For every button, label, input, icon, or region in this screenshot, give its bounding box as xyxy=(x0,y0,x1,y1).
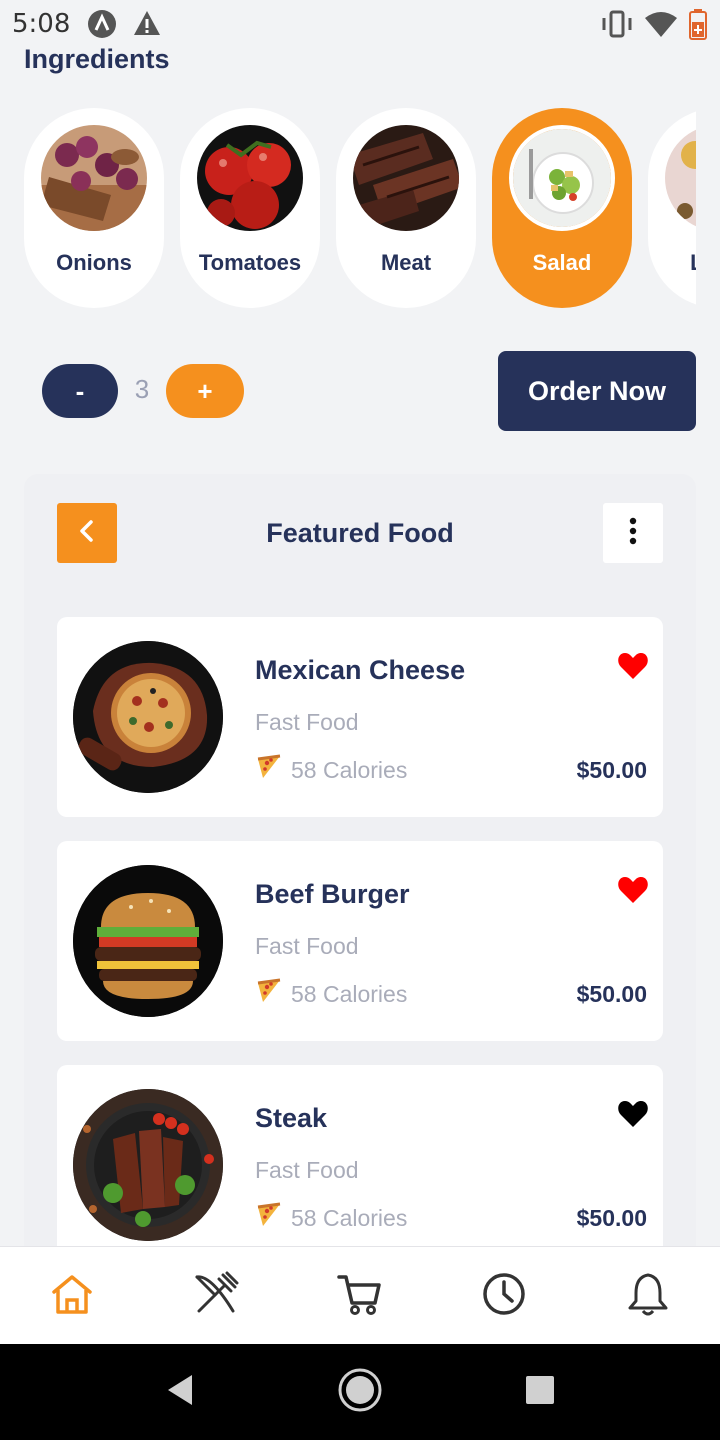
food-price: $50.00 xyxy=(576,981,647,1007)
ingredient-chip-meat[interactable]: Meat xyxy=(336,108,476,308)
system-back-button[interactable] xyxy=(150,1344,210,1440)
nav-cart[interactable] xyxy=(335,1271,385,1321)
steak-image xyxy=(73,1089,223,1241)
bottom-nav xyxy=(0,1246,720,1344)
system-nav-bar xyxy=(0,1344,720,1440)
cutlery-icon xyxy=(193,1271,239,1322)
ingredient-chip-lemon[interactable]: Le xyxy=(648,108,696,308)
heart-icon[interactable] xyxy=(617,875,649,905)
warning-icon xyxy=(132,8,162,43)
system-home-button[interactable] xyxy=(330,1344,390,1440)
food-category: Fast Food xyxy=(255,933,359,959)
food-category: Fast Food xyxy=(255,709,359,735)
food-calories: 58 Calories xyxy=(291,757,408,783)
tomato-image xyxy=(197,125,303,231)
pizza-slice-icon xyxy=(255,753,283,781)
battery-icon xyxy=(688,8,708,45)
heart-icon[interactable] xyxy=(617,1099,649,1129)
quantity-value: 3 xyxy=(134,374,150,404)
ingredient-list: Onions Tomatoes Meat Salad xyxy=(0,108,696,312)
food-card[interactable]: Beef Burger Fast Food 58 Calories $50.00 xyxy=(57,841,663,1041)
lemon-image xyxy=(665,125,696,231)
ingredient-label: Onions xyxy=(56,250,132,275)
ingredient-chip-tomatoes[interactable]: Tomatoes xyxy=(180,108,320,308)
food-price: $50.00 xyxy=(576,1205,647,1231)
nav-history[interactable] xyxy=(479,1271,529,1321)
circle-home-icon xyxy=(337,1367,383,1418)
food-category: Fast Food xyxy=(255,1157,359,1183)
more-vertical-icon xyxy=(629,517,637,550)
chevron-left-icon xyxy=(77,519,97,548)
vibrate-icon xyxy=(600,10,634,43)
nav-notifications[interactable] xyxy=(623,1271,673,1321)
clock-icon xyxy=(481,1271,527,1322)
status-time: 5:08 xyxy=(12,9,71,39)
nav-menu[interactable] xyxy=(191,1271,241,1321)
quantity-decrease-button[interactable]: - xyxy=(42,364,118,418)
nav-home[interactable] xyxy=(47,1271,97,1321)
square-recents-icon xyxy=(524,1374,556,1411)
wifi-icon xyxy=(644,10,678,43)
cart-icon xyxy=(337,1271,383,1322)
food-name: Beef Burger xyxy=(255,879,410,909)
food-name: Steak xyxy=(255,1103,328,1133)
ingredient-label: Le xyxy=(633,250,696,276)
heart-icon[interactable] xyxy=(617,651,649,681)
status-bar: 5:08 xyxy=(0,0,720,48)
pizza-image xyxy=(73,641,223,793)
system-recents-button[interactable] xyxy=(510,1344,570,1440)
back-button[interactable] xyxy=(57,503,117,563)
food-calories: 58 Calories xyxy=(291,1205,408,1231)
onion-image xyxy=(41,125,147,231)
app-notification-icon xyxy=(86,8,118,45)
home-icon xyxy=(50,1272,94,1321)
ingredient-chip-salad[interactable]: Salad xyxy=(492,108,632,308)
app-screen: 5:08 Ingredients Onions Tomatoes Meat Sa… xyxy=(0,0,720,1440)
pizza-slice-icon xyxy=(255,1201,283,1229)
ingredient-chip-onions[interactable]: Onions xyxy=(24,108,164,308)
ingredient-label: Tomatoes xyxy=(198,250,302,275)
ingredients-title: Ingredients xyxy=(24,44,170,74)
meat-image xyxy=(353,125,459,231)
bell-icon xyxy=(625,1271,671,1322)
pizza-slice-icon xyxy=(255,977,283,1005)
order-now-button[interactable]: Order Now xyxy=(498,351,696,431)
food-card[interactable]: Mexican Cheese Fast Food 58 Calories $50… xyxy=(57,617,663,817)
quantity-increase-button[interactable]: + xyxy=(166,364,244,418)
featured-title: Featured Food xyxy=(266,518,454,548)
food-calories: 58 Calories xyxy=(291,981,408,1007)
food-name: Mexican Cheese xyxy=(255,655,466,685)
more-options-button[interactable] xyxy=(603,503,663,563)
burger-image xyxy=(73,865,223,1017)
salad-image xyxy=(509,125,615,231)
triangle-back-icon xyxy=(164,1373,196,1412)
food-card[interactable]: Steak Fast Food 58 Calories $50.00 xyxy=(57,1065,663,1265)
ingredient-label: Salad xyxy=(532,250,592,275)
food-price: $50.00 xyxy=(576,757,647,783)
ingredient-label: Meat xyxy=(380,250,432,275)
